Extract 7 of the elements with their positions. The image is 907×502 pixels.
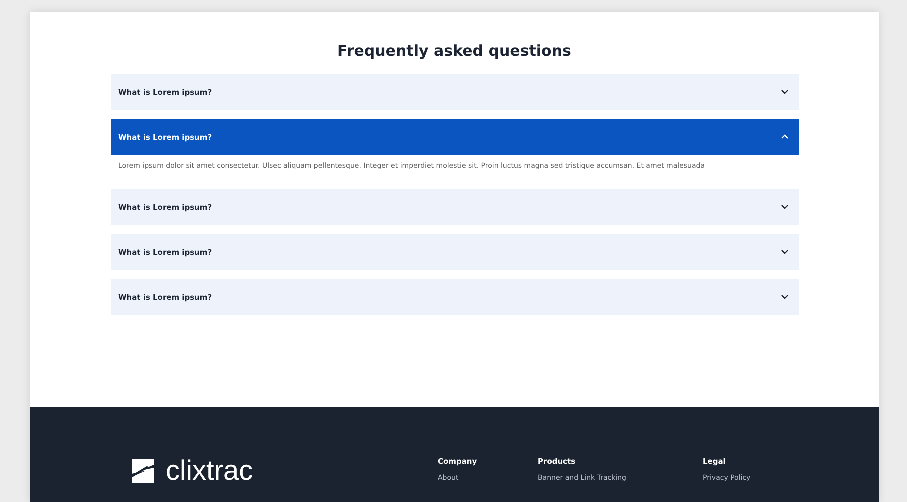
chevron-icon (780, 293, 788, 301)
logo-text: clixtrac (166, 457, 254, 485)
chevron-icon (780, 133, 788, 141)
chevron-icon (780, 88, 788, 96)
chevron-icon (780, 203, 788, 211)
section-title: Frequently asked questions (338, 42, 572, 60)
chevron-icon (780, 248, 788, 256)
